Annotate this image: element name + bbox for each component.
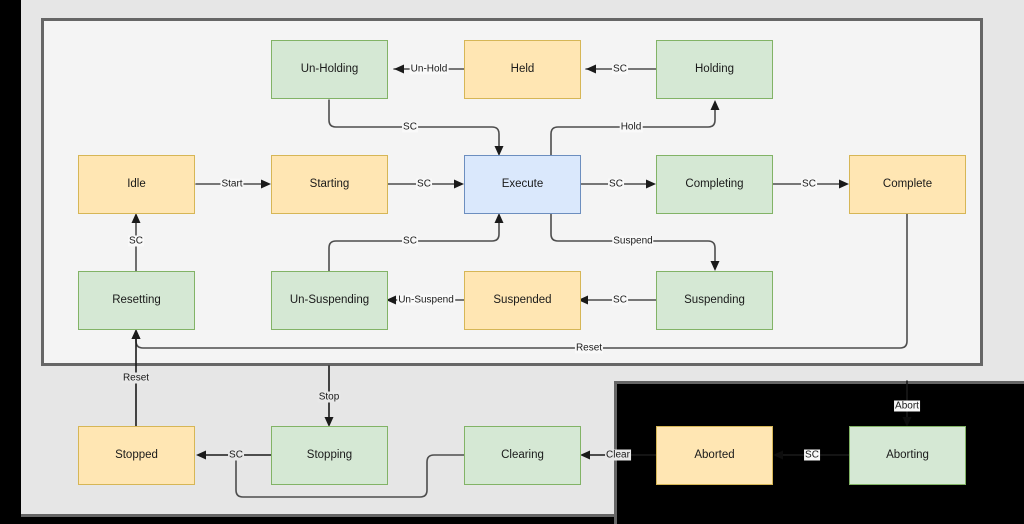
state-resetting[interactable]: Resetting (78, 271, 195, 330)
state-label: Suspending (684, 293, 745, 306)
state-label: Aborted (694, 448, 735, 461)
state-label: Stopping (306, 448, 353, 461)
state-label: Complete (882, 177, 933, 190)
state-suspending[interactable]: Suspending (656, 271, 773, 330)
state-label: Resetting (112, 293, 161, 306)
edge-label-stop: Stop (317, 391, 341, 403)
edge-label-sc-suspending-suspended: SC (612, 294, 628, 306)
edge-label-sc-resetting-idle: SC (128, 235, 144, 247)
state-suspended[interactable]: Suspended (464, 271, 581, 330)
state-held[interactable]: Held (464, 40, 581, 99)
edge-label-reset-stopped: Reset (121, 372, 151, 384)
state-holding[interactable]: Holding (656, 40, 773, 99)
state-label: Suspended (493, 293, 552, 306)
state-label: Aborting (886, 448, 929, 461)
state-label: Stopped (115, 448, 158, 461)
state-label: Completing (685, 177, 744, 190)
edge-label-sc-holding-held: SC (612, 63, 628, 75)
edge-label-reset-complete: Reset (574, 342, 604, 354)
state-label: Starting (309, 177, 350, 190)
state-complete[interactable]: Complete (849, 155, 966, 214)
state-label: Idle (127, 177, 146, 190)
state-starting[interactable]: Starting (271, 155, 388, 214)
state-idle[interactable]: Idle (78, 155, 195, 214)
edge-label-start: Start (220, 178, 244, 190)
state-label: Un-Suspending (289, 293, 370, 306)
state-stopped[interactable]: Stopped (78, 426, 195, 485)
state-stopping[interactable]: Stopping (271, 426, 388, 485)
edge-label-sc-execute-completing: SC (608, 178, 624, 190)
state-un-holding[interactable]: Un-Holding (271, 40, 388, 99)
state-label: Un-Holding (300, 62, 359, 75)
state-clearing[interactable]: Clearing (464, 426, 581, 485)
state-aborted[interactable]: Aborted (656, 426, 773, 485)
state-aborting[interactable]: Aborting (849, 426, 966, 485)
edge-label-abort: Abort (894, 400, 920, 412)
state-un-suspending[interactable]: Un-Suspending (271, 271, 388, 330)
edge-label-sc-unholding-execute: SC (402, 121, 418, 133)
edge-label-suspend: Suspend (612, 235, 654, 247)
edge-label-sc-starting-execute: SC (416, 178, 432, 190)
edge-label-clear: Clear (605, 449, 631, 461)
edge-label-sc-stopping-stopped: SC (228, 449, 244, 461)
state-execute[interactable]: Execute (464, 155, 581, 214)
diagram-canvas: Un-Holding Held Holding Idle Starting Ex… (0, 0, 1024, 524)
state-label: Held (510, 62, 535, 75)
state-label: Execute (501, 177, 544, 190)
state-completing[interactable]: Completing (656, 155, 773, 214)
state-label: Holding (695, 62, 734, 75)
edge-label-sc-unsuspending-execute: SC (402, 235, 418, 247)
edge-label-sc-aborting-aborted: SC (804, 449, 820, 461)
edge-label-sc-completing-complete: SC (801, 178, 817, 190)
edge-label-un-suspend: Un-Suspend (397, 294, 455, 306)
edge-label-un-hold: Un-Hold (409, 63, 449, 75)
state-label: Clearing (501, 448, 544, 461)
edge-label-hold: Hold (619, 121, 643, 133)
